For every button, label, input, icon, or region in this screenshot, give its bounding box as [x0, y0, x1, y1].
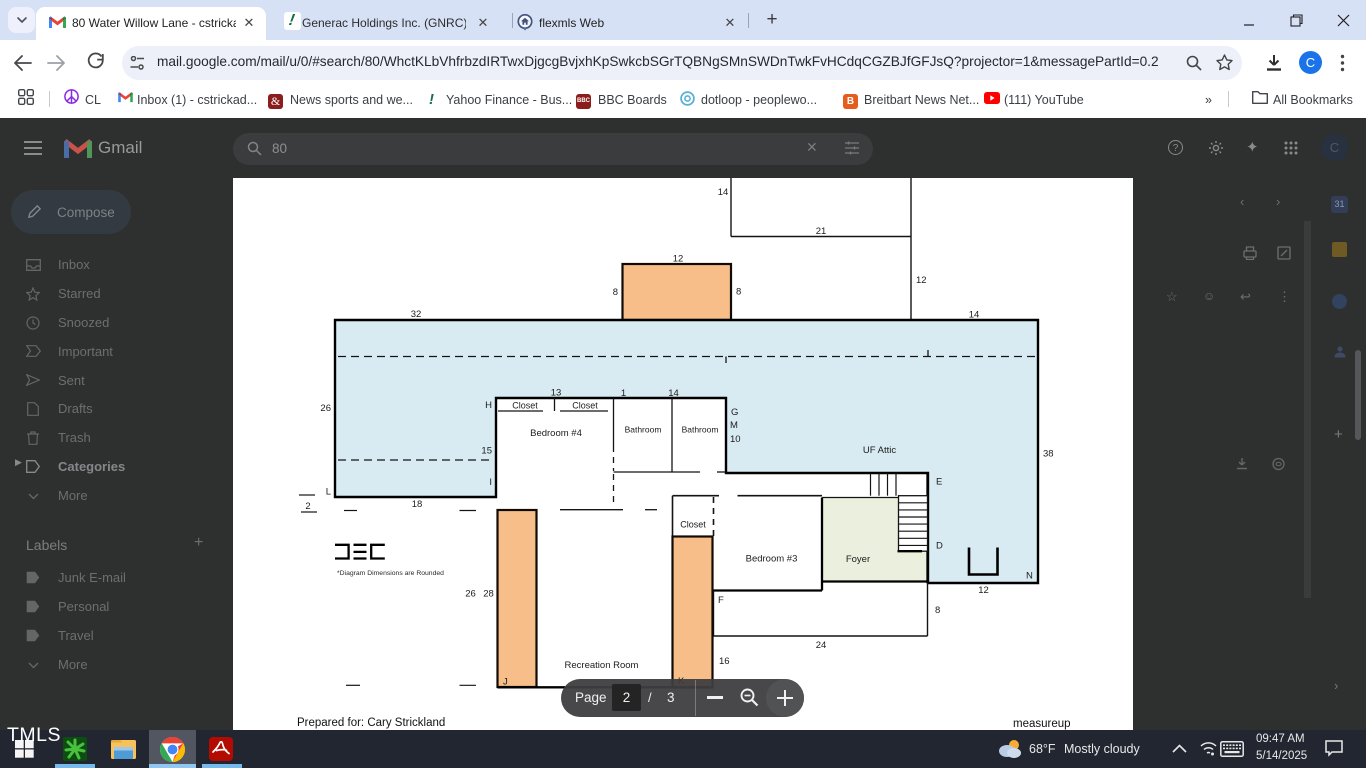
svg-text:18: 18 [412, 499, 423, 510]
svg-text:Closet: Closet [512, 401, 538, 411]
svg-text:12: 12 [673, 254, 684, 265]
svg-text:M: M [730, 420, 738, 431]
svg-text:1: 1 [621, 388, 626, 399]
svg-text:8: 8 [736, 287, 741, 298]
svg-text:Bedroom #4: Bedroom #4 [530, 428, 582, 439]
svg-text:Bedroom #3: Bedroom #3 [746, 554, 798, 565]
svg-text:14: 14 [718, 187, 729, 198]
svg-text:21: 21 [816, 226, 827, 237]
svg-text:H: H [485, 400, 492, 411]
svg-text:14: 14 [668, 388, 679, 399]
svg-text:G: G [731, 407, 738, 418]
svg-text:12: 12 [978, 585, 989, 596]
svg-text:Foyer: Foyer [846, 554, 870, 565]
svg-text:N: N [1026, 571, 1033, 582]
svg-text:10: 10 [730, 434, 741, 445]
svg-text:15: 15 [481, 446, 492, 457]
svg-text:I: I [489, 477, 492, 488]
svg-text:Closet: Closet [680, 520, 706, 530]
svg-text:L: L [326, 487, 331, 498]
svg-text:26: 26 [465, 589, 476, 600]
svg-text:F: F [718, 595, 724, 606]
svg-text:32: 32 [411, 309, 422, 320]
svg-text:13: 13 [551, 388, 562, 399]
svg-text:2: 2 [305, 501, 310, 512]
svg-text:12: 12 [916, 275, 927, 286]
svg-text:UF Attic: UF Attic [863, 445, 897, 456]
svg-text:14: 14 [969, 310, 980, 321]
svg-text:38: 38 [1043, 449, 1054, 460]
svg-text:Closet: Closet [572, 401, 598, 411]
svg-text:26: 26 [320, 403, 331, 414]
svg-text:Recreation Room: Recreation Room [565, 660, 639, 671]
svg-text:Prepared for: Cary Strickland: Prepared for: Cary Strickland [297, 717, 445, 729]
svg-text:D: D [936, 541, 943, 552]
svg-text:E: E [936, 477, 942, 488]
svg-text:8: 8 [935, 605, 940, 616]
svg-text:measureup: measureup [1013, 718, 1071, 730]
svg-text:*Diagram Dimensions are Rounde: *Diagram Dimensions are Rounded [337, 570, 444, 577]
svg-text:28: 28 [483, 589, 494, 600]
svg-text:16: 16 [719, 656, 730, 667]
svg-text:24: 24 [816, 640, 827, 651]
svg-text:Bathroom: Bathroom [682, 425, 719, 435]
svg-text:J: J [503, 677, 508, 688]
svg-text:8: 8 [613, 287, 618, 298]
svg-text:Bathroom: Bathroom [625, 425, 662, 435]
